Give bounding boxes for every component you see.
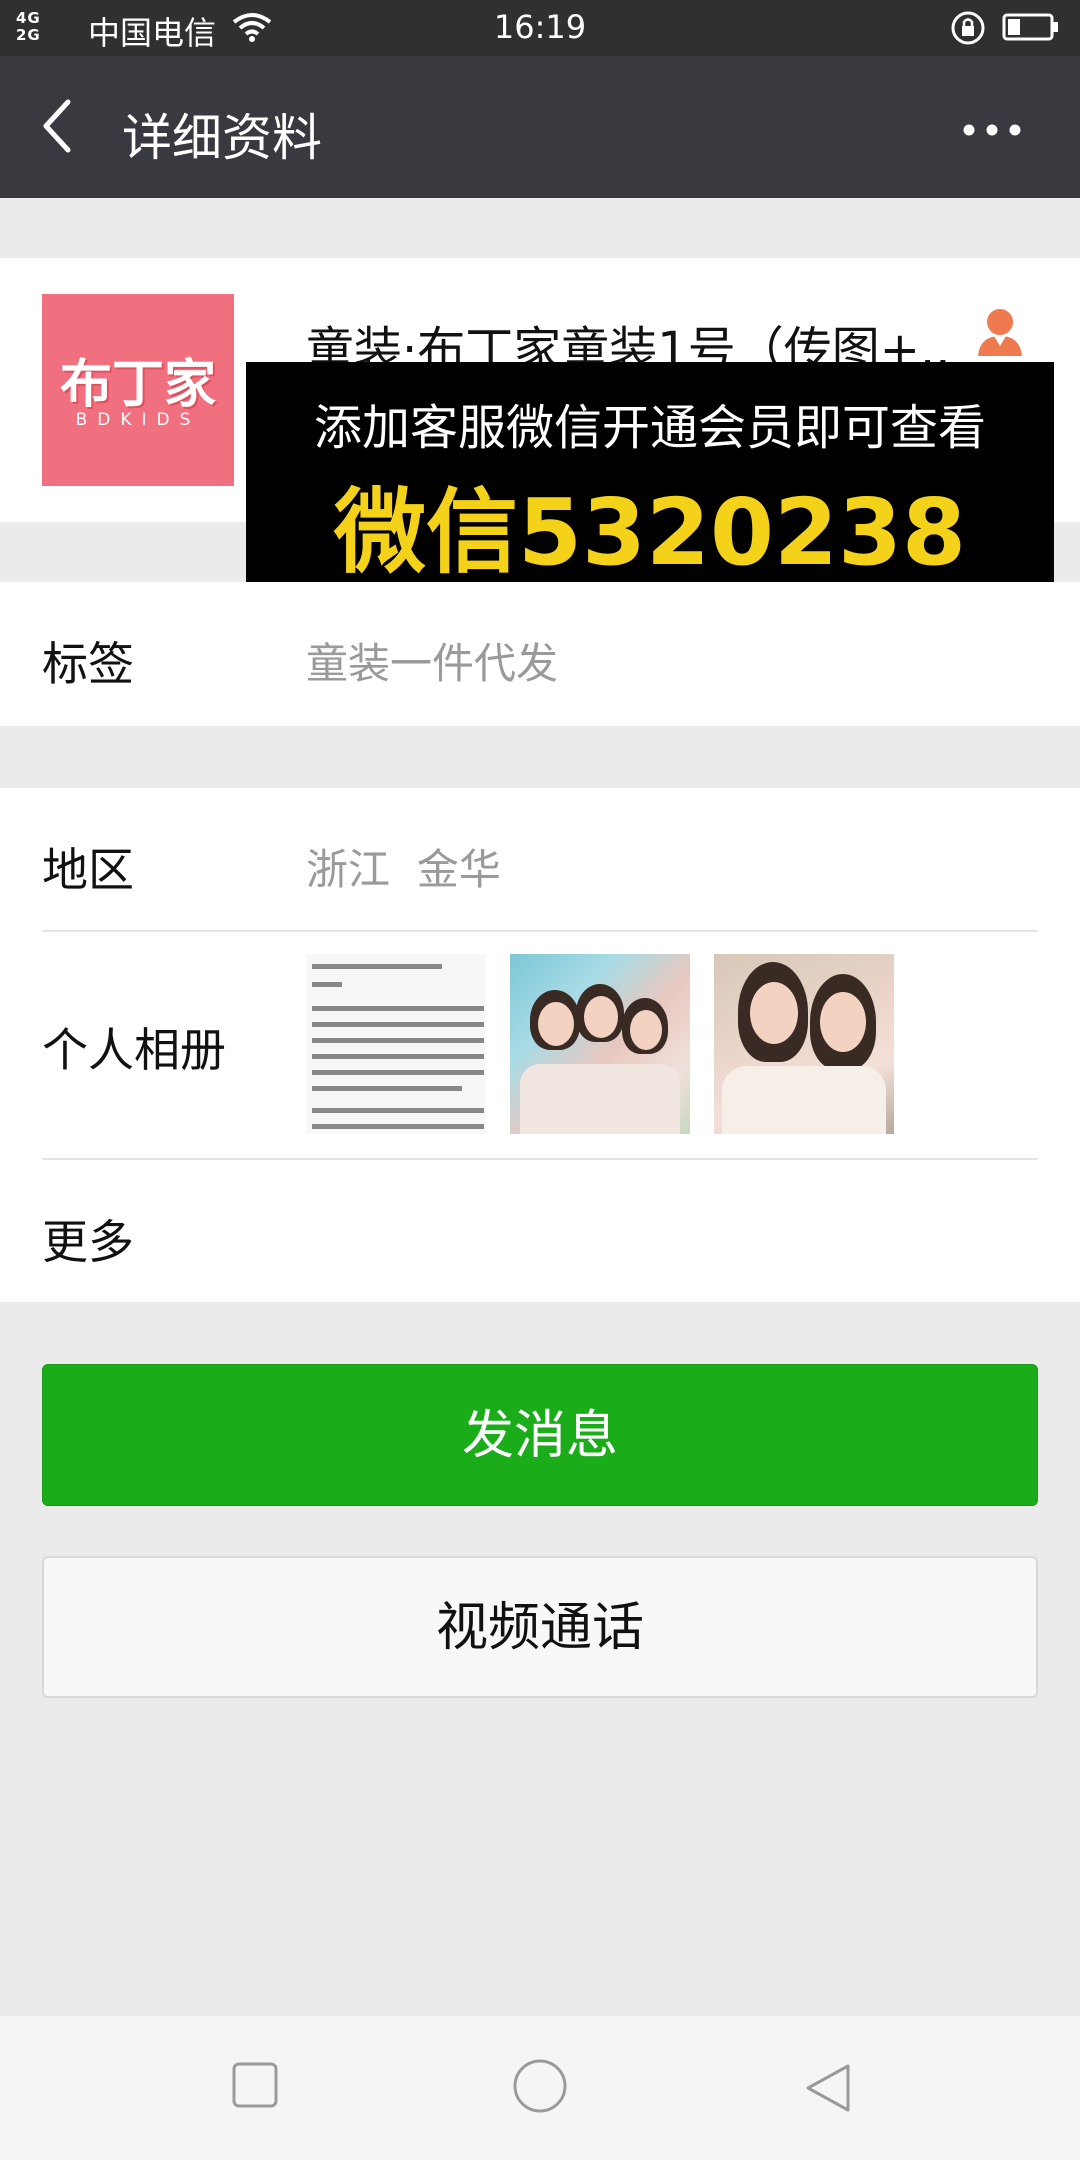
album-label: 个人相册: [42, 1023, 226, 1077]
home-icon[interactable]: [512, 2058, 568, 2118]
album-thumbnail-photo[interactable]: [510, 954, 690, 1134]
send-message-button[interactable]: 发消息: [42, 1364, 1038, 1506]
avatar[interactable]: 布丁家 BDKIDS: [42, 294, 234, 486]
ad-line2: 微信5320238: [333, 479, 967, 586]
contact-person-icon: [976, 306, 1024, 360]
navigation-bar: [0, 2016, 1080, 2160]
more-row[interactable]: 更多: [0, 1160, 1080, 1302]
info-section: 地区 浙江 金华 个人相册 更多: [0, 788, 1080, 1302]
title-bar: 详细资料: [0, 56, 1080, 198]
ad-line1: 添加客服微信开通会员即可查看: [313, 400, 986, 456]
tags-row[interactable]: 标签 童装一件代发: [0, 582, 1080, 726]
battery-icon: [1002, 12, 1060, 46]
recent-apps-icon[interactable]: [232, 2062, 278, 2112]
page-title: 详细资料: [122, 109, 322, 167]
region-label: 地区: [42, 843, 134, 897]
rotation-lock-icon: [950, 10, 986, 50]
tags-label: 标签: [42, 637, 134, 691]
album-thumbnail-text[interactable]: [306, 954, 486, 1134]
back-triangle-icon[interactable]: [804, 2062, 852, 2118]
avatar-text: 布丁家: [59, 355, 216, 415]
back-arrow-icon[interactable]: [38, 96, 74, 160]
region-value: 浙江 金华: [306, 845, 501, 894]
tags-value: 童装一件代发: [306, 639, 559, 688]
region-row: 地区 浙江 金华: [0, 788, 1080, 930]
album-thumbnail-photo[interactable]: [714, 954, 894, 1134]
status-bar: 4G 2G 中国电信 16:19: [0, 0, 1080, 56]
album-row[interactable]: 个人相册: [0, 932, 1080, 1158]
clock: 16:19: [493, 8, 587, 46]
ad-overlay-banner: 添加客服微信开通会员即可查看 微信5320238: [246, 362, 1054, 586]
avatar-subtext: BDKIDS: [75, 410, 201, 430]
video-call-button[interactable]: 视频通话: [42, 1556, 1038, 1698]
more-label: 更多: [42, 1215, 134, 1269]
more-options-icon[interactable]: [962, 122, 1022, 141]
